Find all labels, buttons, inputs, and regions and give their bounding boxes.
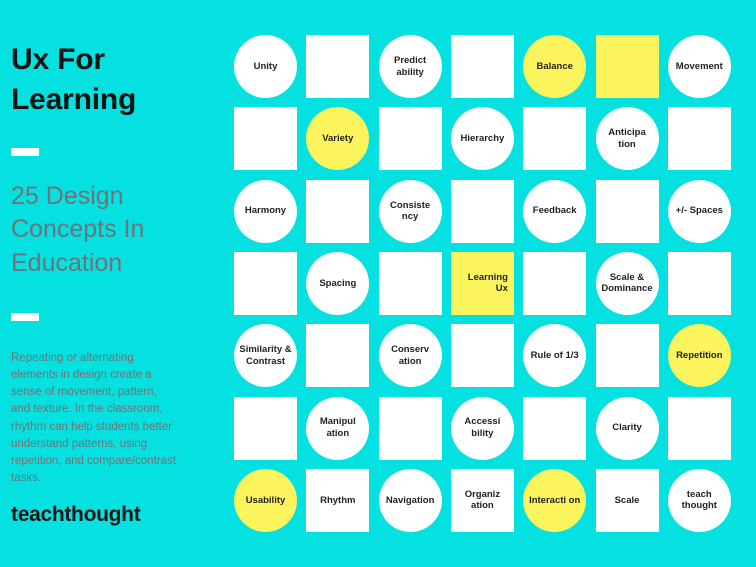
concept-tile-label: Accessi bility [464,416,501,439]
concept-tile-hierarchy[interactable]: Hierarchy [450,107,514,171]
divider-rule-bottom [11,313,39,321]
concept-tile-label: +/- Spaces [675,205,723,217]
concept-tile-label: Hierarchy [460,133,505,144]
concept-tile-blank [523,396,587,460]
concept-tile-label: Interacti on [529,494,581,506]
concept-tile-label: Consiste ncy [390,199,431,223]
concept-tile-label: Scale [614,494,640,506]
concept-tile-harmony[interactable]: Harmony [234,179,297,243]
concept-tile-label: Navigation [385,494,435,506]
concept-tile-rhythm[interactable]: Rhythm [306,468,370,532]
concept-tile-label: Rhythm [320,494,356,506]
left-panel: Ux For Learning 25 Design Concepts In Ed… [0,0,225,567]
concept-tile-label: Movement [675,60,723,72]
concept-tile-label: Rule of 1/3 [530,349,579,361]
concept-tile-movement[interactable]: Movement [667,35,731,98]
concept-tile-blank [450,324,514,388]
concept-tile-label: Anticipa tion [608,127,646,150]
concept-grid: Unity Predict ability Balance Movement Varie… [234,35,756,535]
concept-tile-label: Balance [536,60,573,72]
concept-tile-balance[interactable]: Balance [523,35,587,98]
concept-tile-label: Unity [253,60,278,72]
concept-tile-blank [306,35,370,98]
concept-tile-similarity-contrast[interactable]: Similarity & Contrast [234,324,297,388]
concept-tile-label: Feedback [532,205,577,217]
body-copy: Repeating or alternating elements in des… [11,352,176,484]
concept-tile-clarity[interactable]: Clarity [595,396,659,460]
concept-tile-blank [523,107,587,171]
concept-tile-label: Usability [245,494,286,506]
page-subtitle: 25 Design Concepts In Education [11,182,145,277]
divider-rule-top [11,148,39,156]
concept-tile-label: teach thought [681,488,717,512]
concept-tile-label: Clarity [612,422,642,434]
concept-tile-interacti-on[interactable]: Interacti on [523,468,587,532]
concept-tile-blank [306,179,370,243]
concept-tile-label: Conserv ation [391,344,430,367]
concept-tile-anticipa-tion[interactable]: Anticipa tion [595,107,659,171]
concept-tile-learning-ux[interactable]: Learning Ux [450,251,514,315]
concept-tile-spacing[interactable]: Spacing [306,251,370,315]
concept-tile-label: Organiz ation [464,488,501,512]
concept-tile-label: Manipul ation [319,416,356,439]
concept-tile-consiste-ncy[interactable]: Consiste ncy [378,179,442,243]
concept-tile-predict-ability[interactable]: Predict ability [378,35,442,98]
concept-tile-label: Learning Ux [467,271,508,295]
concept-tile-repetition[interactable]: Repetition [667,324,731,388]
concept-tile-usability[interactable]: Usability [234,468,297,532]
concept-tile-blank [595,179,659,243]
concept-tile-label: Harmony [244,205,287,217]
concept-tile-unity[interactable]: Unity [234,35,297,98]
concept-tile-feedback[interactable]: Feedback [523,179,587,243]
concept-tile-blank [378,251,442,315]
concept-tile-blank [450,35,514,98]
concept-tile-rule-of-1-3[interactable]: Rule of 1/3 [523,324,587,388]
concept-tile-blank [234,251,297,315]
concept-tile-blank [523,251,587,315]
concept-tile-blank [306,324,370,388]
concept-tile-blank [667,107,731,171]
concept-tile-navigation[interactable]: Navigation [378,468,442,532]
concept-tile-blank [450,179,514,243]
concept-tile-label: Predict ability [393,54,427,78]
concept-tile-blank [595,324,659,388]
concept-tile-scale-dominance[interactable]: Scale & Dominance [595,251,659,315]
concept-tile-organiz-ation[interactable]: Organiz ation [450,468,514,532]
concept-tile-scale[interactable]: Scale [595,468,659,532]
brand-wordmark: teachthought [11,503,141,526]
concept-tile-blank [378,107,442,171]
page-title: Ux For Learning [11,43,137,116]
concept-tile-conserv-ation[interactable]: Conserv ation [378,324,442,388]
poster-canvas: Ux For Learning 25 Design Concepts In Ed… [0,0,756,567]
concept-tile-blank [667,251,731,315]
concept-tile-variety[interactable]: Variety [306,107,370,171]
concept-tile-label: Spacing [319,277,357,289]
concept-tile-label: Scale & Dominance [601,271,653,295]
concept-tile-blank [595,35,659,98]
concept-tile-blank [667,396,731,460]
concept-tile-manipul-ation[interactable]: Manipul ation [306,396,370,460]
concept-tile-label: Variety [322,133,354,144]
concept-tile-spaces[interactable]: +/- Spaces [667,179,731,243]
concept-tile-teach-thought[interactable]: teach thought [667,468,731,532]
concept-tile-blank [234,396,297,460]
concept-tile-blank [378,396,442,460]
concept-tile-accessi-bility[interactable]: Accessi bility [450,396,514,460]
concept-tile-label: Repetition [676,349,723,361]
concept-tile-blank [234,107,297,171]
concept-tile-label: Similarity & Contrast [239,344,292,367]
